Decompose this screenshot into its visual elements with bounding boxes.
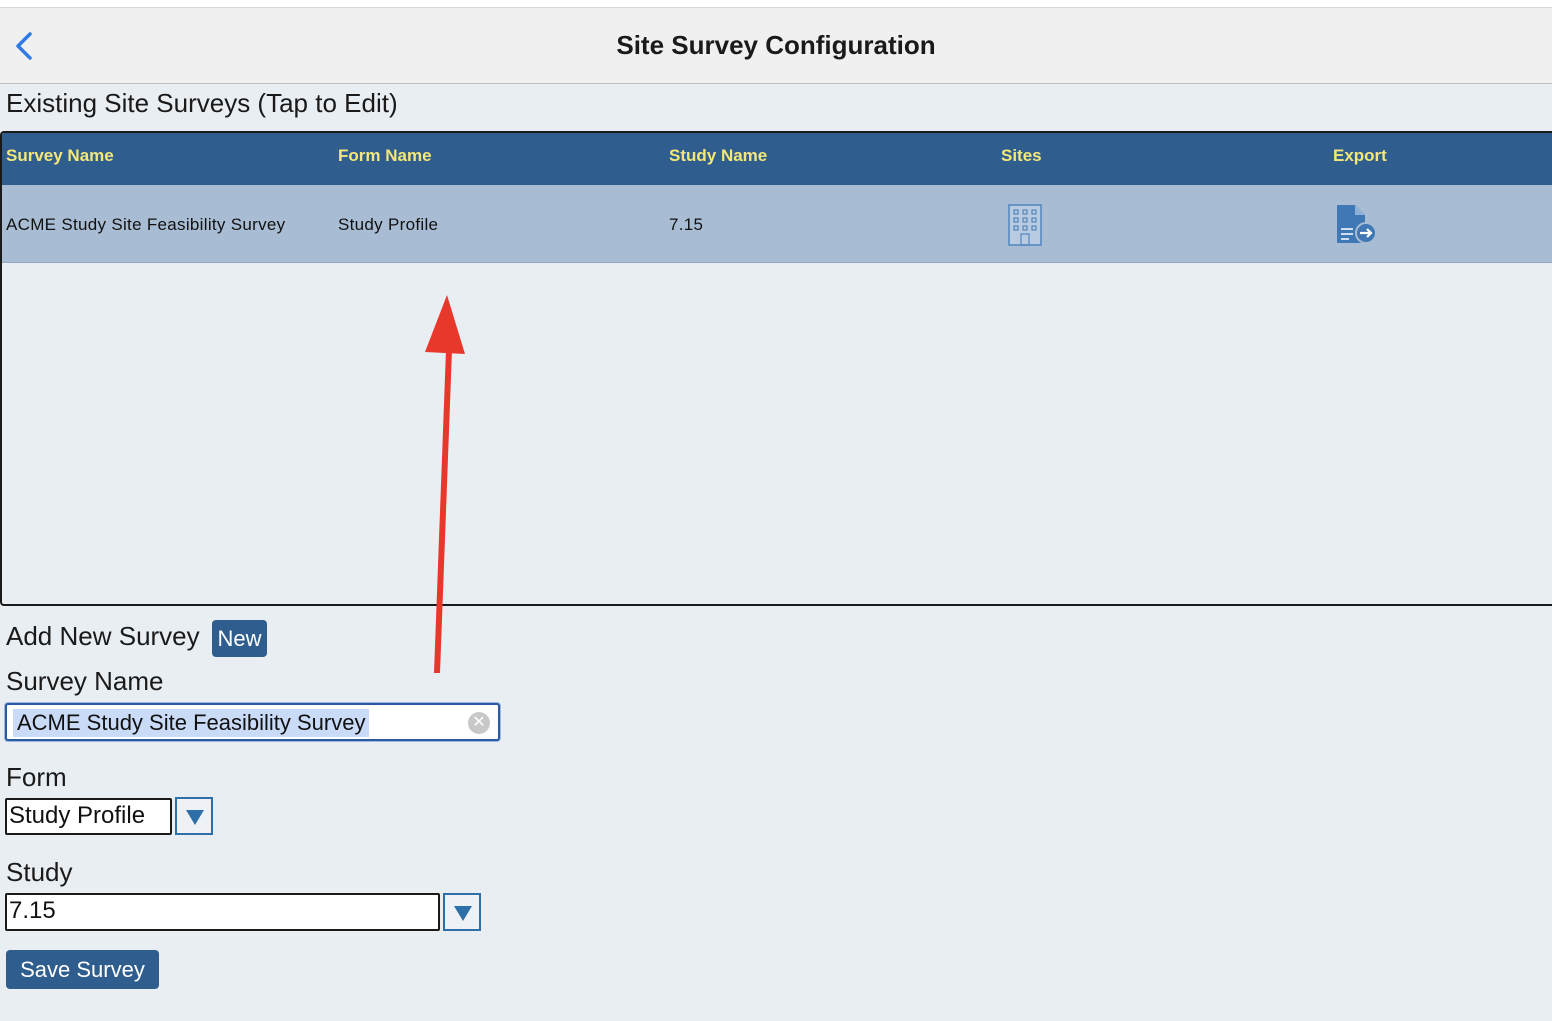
column-header-sites: Sites [1001,146,1042,165]
cell-study-name: 7.15 [669,215,704,234]
building-icon[interactable] [1008,203,1042,252]
cell-survey-name: ACME Study Site Feasibility Survey [6,215,286,234]
red-arrow-annotation [425,295,465,673]
survey-name-input[interactable]: ACME Study Site Feasibility Survey ✕ [5,703,500,741]
table-row[interactable]: ACME Study Site Feasibility Survey Study… [2,185,1552,263]
survey-name-label: Survey Name [6,666,164,696]
column-header-survey-name: Survey Name [6,146,114,165]
column-header-form-name: Form Name [338,146,432,165]
dropdown-arrow-icon [454,906,472,921]
study-select[interactable]: 7.15 [5,893,440,931]
table-header: Survey Name Form Name Study Name Sites E… [2,133,1552,185]
column-header-study-name: Study Name [669,146,768,165]
add-new-survey-heading: Add New Survey [6,621,200,651]
cell-form-name: Study Profile [338,215,439,234]
form-label: Form [6,762,67,792]
survey-name-value: ACME Study Site Feasibility Survey [13,709,370,737]
page-title: Site Survey Configuration [616,30,936,60]
form-dropdown-button[interactable] [175,797,213,835]
surveys-table: Survey Name Form Name Study Name Sites E… [0,131,1552,606]
column-header-export: Export [1333,146,1387,165]
form-select[interactable]: Study Profile [5,798,172,835]
dropdown-arrow-icon [186,810,204,825]
document-export-icon[interactable] [1335,203,1379,252]
new-button[interactable]: New [212,620,267,657]
existing-surveys-heading: Existing Site Surveys (Tap to Edit) [6,88,398,118]
top-strip [0,0,1552,8]
study-dropdown-button[interactable] [443,893,481,931]
navigation-bar: Site Survey Configuration [0,8,1552,84]
clear-icon[interactable]: ✕ [468,712,490,734]
save-survey-button[interactable]: Save Survey [6,950,159,989]
study-label: Study [6,857,73,887]
